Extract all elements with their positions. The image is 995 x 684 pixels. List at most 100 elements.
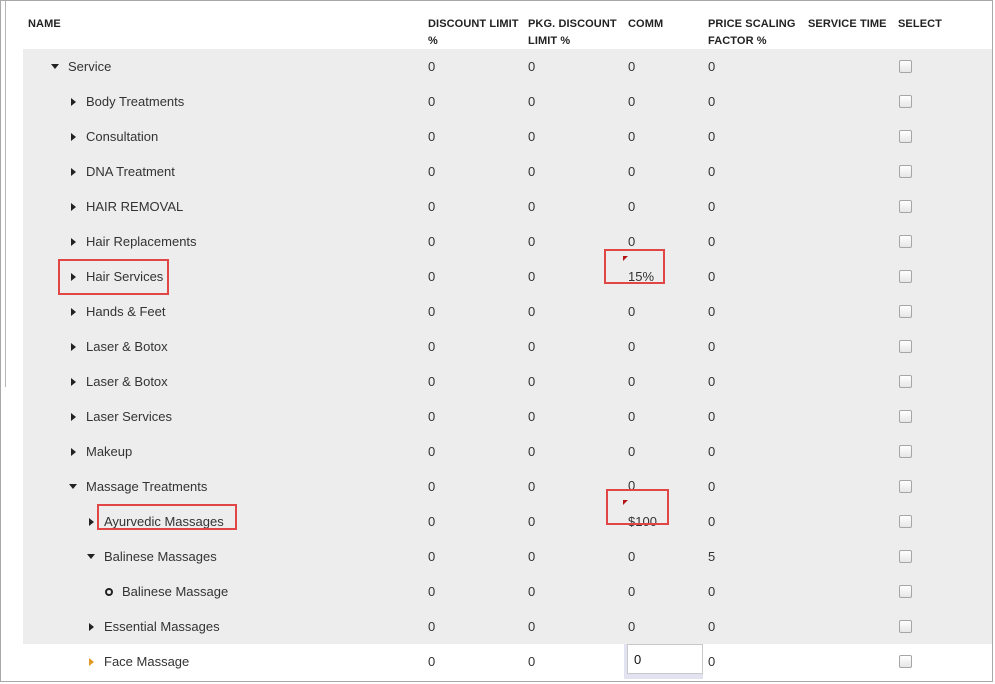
select-checkbox[interactable] <box>899 550 912 563</box>
service-time-cell[interactable] <box>808 189 888 224</box>
comm-cell[interactable]: 0 <box>628 574 635 609</box>
service-time-cell[interactable] <box>808 539 888 574</box>
comm-cell[interactable]: 0 <box>628 84 635 119</box>
comm-cell[interactable]: 0 <box>628 294 635 329</box>
price-scaling-cell[interactable]: 0 <box>708 49 715 84</box>
select-checkbox[interactable] <box>899 235 912 248</box>
expand-arrow-right-icon[interactable] <box>68 202 78 211</box>
expand-arrow-right-icon[interactable] <box>68 447 78 456</box>
select-checkbox[interactable] <box>899 515 912 528</box>
column-header-service-time[interactable]: SERVICE TIME <box>808 16 887 33</box>
select-checkbox[interactable] <box>899 480 912 493</box>
comm-cell[interactable]: 0 <box>628 434 635 469</box>
pkg-discount-limit-cell[interactable]: 0 <box>528 504 535 539</box>
price-scaling-cell[interactable]: 0 <box>708 189 715 224</box>
select-checkbox[interactable] <box>899 305 912 318</box>
select-checkbox[interactable] <box>899 270 912 283</box>
service-time-cell[interactable] <box>808 119 888 154</box>
pkg-discount-limit-cell[interactable]: 0 <box>528 539 535 574</box>
expand-arrow-right-icon[interactable] <box>68 132 78 141</box>
price-scaling-cell[interactable]: 0 <box>708 259 715 294</box>
pkg-discount-limit-cell[interactable]: 0 <box>528 469 535 504</box>
comm-cell[interactable]: 0 <box>628 399 635 434</box>
discount-limit-cell[interactable]: 0 <box>428 539 435 574</box>
column-header-comm[interactable]: COMM <box>628 16 663 33</box>
expand-arrow-right-icon[interactable] <box>68 377 78 386</box>
pkg-discount-limit-cell[interactable]: 0 <box>528 294 535 329</box>
comm-edit-input[interactable]: 0 <box>627 644 703 674</box>
column-header-select[interactable]: SELECT <box>898 16 942 33</box>
expand-arrow-right-icon[interactable] <box>68 412 78 421</box>
expand-arrow-down-icon[interactable] <box>68 484 78 489</box>
pkg-discount-limit-cell[interactable]: 0 <box>528 609 535 644</box>
service-time-cell[interactable] <box>808 609 888 644</box>
discount-limit-cell[interactable]: 0 <box>428 189 435 224</box>
price-scaling-cell[interactable]: 0 <box>708 434 715 469</box>
table-row[interactable]: Body Treatments 0 0 0 0 <box>23 84 992 119</box>
table-row[interactable]: Hair Replacements 0 0 0 0 <box>23 224 992 259</box>
discount-limit-cell[interactable]: 0 <box>428 574 435 609</box>
comm-cell[interactable]: 0 <box>628 49 635 84</box>
price-scaling-cell[interactable]: 0 <box>708 609 715 644</box>
expand-arrow-right-icon[interactable] <box>86 517 96 526</box>
discount-limit-cell[interactable]: 0 <box>428 469 435 504</box>
price-scaling-cell[interactable]: 0 <box>708 294 715 329</box>
pkg-discount-limit-cell[interactable]: 0 <box>528 434 535 469</box>
expand-arrow-down-icon[interactable] <box>86 554 96 559</box>
select-checkbox[interactable] <box>899 620 912 633</box>
table-row[interactable]: Hands & Feet 0 0 0 0 <box>23 294 992 329</box>
service-time-cell[interactable] <box>808 504 888 539</box>
price-scaling-cell[interactable]: 0 <box>708 84 715 119</box>
discount-limit-cell[interactable]: 0 <box>428 434 435 469</box>
comm-cell[interactable]: 0 <box>628 539 635 574</box>
pkg-discount-limit-cell[interactable]: 0 <box>528 399 535 434</box>
service-time-cell[interactable] <box>808 329 888 364</box>
pkg-discount-limit-cell[interactable]: 0 <box>528 154 535 189</box>
comm-cell[interactable]: 0 <box>628 119 635 154</box>
discount-limit-cell[interactable]: 0 <box>428 399 435 434</box>
service-time-cell[interactable] <box>808 154 888 189</box>
discount-limit-cell[interactable]: 0 <box>428 644 435 679</box>
table-row[interactable]: Hair Services 0 0 15% 0 <box>23 249 992 295</box>
column-header-price-scaling[interactable]: PRICE SCALING FACTOR % <box>708 16 795 50</box>
pkg-discount-limit-cell[interactable]: 0 <box>528 644 535 679</box>
table-row[interactable]: Balinese Massage 0 0 0 0 <box>23 574 992 609</box>
table-row[interactable]: Ayurvedic Massages 0 0 $100 0 <box>23 489 992 539</box>
comm-cell[interactable]: 0 <box>628 154 635 189</box>
discount-limit-cell[interactable]: 0 <box>428 294 435 329</box>
price-scaling-cell[interactable]: 0 <box>708 399 715 434</box>
expand-arrow-down-icon[interactable] <box>50 64 60 69</box>
pkg-discount-limit-cell[interactable]: 0 <box>528 119 535 154</box>
service-time-cell[interactable] <box>808 469 888 504</box>
pkg-discount-limit-cell[interactable]: 0 <box>528 364 535 399</box>
discount-limit-cell[interactable]: 0 <box>428 49 435 84</box>
table-row[interactable]: Massage Treatments 0 0 0 0 <box>23 469 992 504</box>
expand-arrow-right-icon[interactable] <box>68 167 78 176</box>
select-checkbox[interactable] <box>899 410 912 423</box>
expand-arrow-right-icon[interactable] <box>86 657 96 666</box>
expand-arrow-right-icon[interactable] <box>68 237 78 246</box>
select-checkbox[interactable] <box>899 655 912 668</box>
select-checkbox[interactable] <box>899 340 912 353</box>
select-checkbox[interactable] <box>899 165 912 178</box>
service-time-cell[interactable] <box>808 434 888 469</box>
column-header-pkg-discount-limit[interactable]: PKG. DISCOUNT LIMIT % <box>528 16 617 50</box>
select-checkbox[interactable] <box>899 130 912 143</box>
service-time-cell[interactable] <box>808 84 888 119</box>
price-scaling-cell[interactable]: 0 <box>708 364 715 399</box>
pkg-discount-limit-cell[interactable]: 0 <box>528 84 535 119</box>
comm-cell[interactable]: 0 <box>628 189 635 224</box>
service-time-cell[interactable] <box>808 49 888 84</box>
price-scaling-cell[interactable]: 0 <box>708 154 715 189</box>
table-row[interactable]: Balinese Massages 0 0 0 5 <box>23 539 992 574</box>
discount-limit-cell[interactable]: 0 <box>428 154 435 189</box>
comm-cell[interactable]: 0 <box>628 329 635 364</box>
price-scaling-cell[interactable]: 0 <box>708 224 715 259</box>
service-time-cell[interactable] <box>808 259 888 294</box>
pkg-discount-limit-cell[interactable]: 0 <box>528 574 535 609</box>
pkg-discount-limit-cell[interactable]: 0 <box>528 329 535 364</box>
price-scaling-cell[interactable]: 0 <box>708 574 715 609</box>
select-checkbox[interactable] <box>899 200 912 213</box>
table-row[interactable]: DNA Treatment 0 0 0 0 <box>23 154 992 189</box>
select-checkbox[interactable] <box>899 60 912 73</box>
